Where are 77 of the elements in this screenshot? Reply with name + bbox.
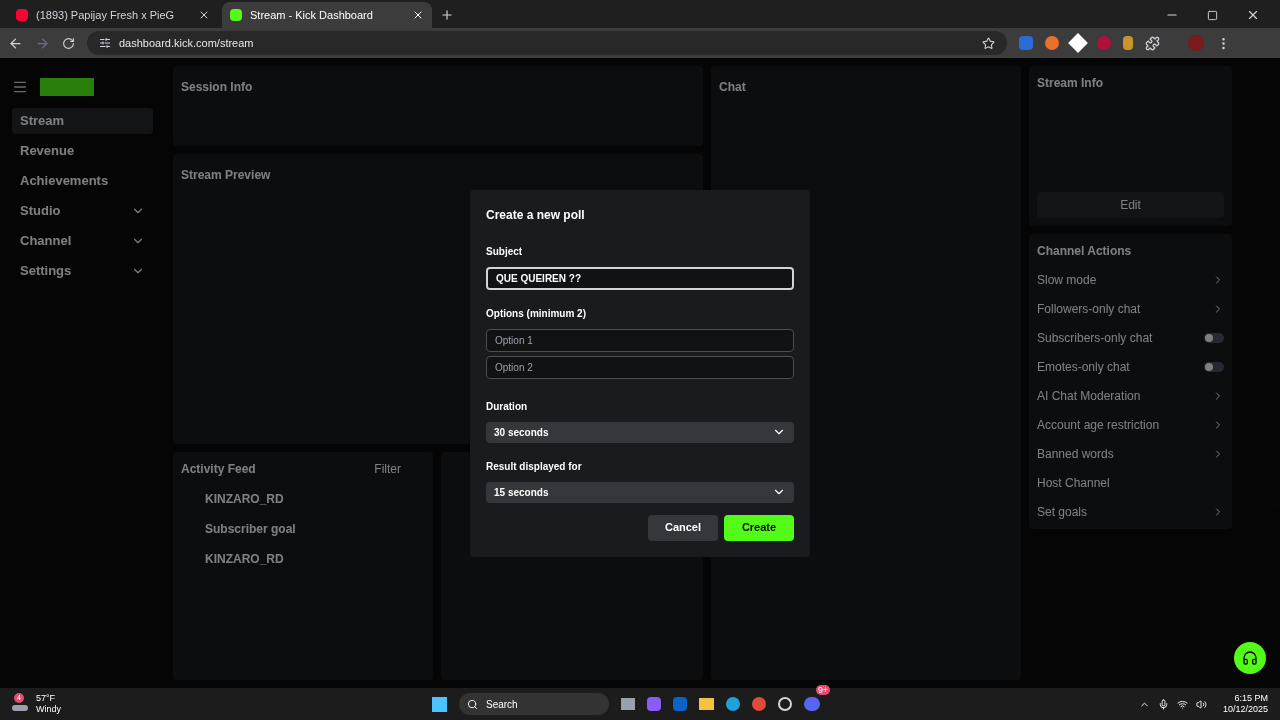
browser-tab[interactable]: Stream - Kick Dashboard [222, 2, 432, 28]
panel-title: Session Info [181, 80, 253, 94]
site-settings-icon[interactable] [99, 37, 111, 49]
notification-badge: 9+ [816, 685, 831, 695]
restore-icon[interactable] [1207, 10, 1218, 21]
panel-title: Chat [719, 80, 746, 94]
close-icon[interactable] [1246, 8, 1260, 22]
browser-icon[interactable] [726, 697, 740, 711]
cancel-button[interactable]: Cancel [648, 514, 718, 541]
sidebar-item[interactable]: Studio [12, 198, 153, 224]
option-input[interactable]: Option 2 [486, 355, 794, 379]
toggle-switch[interactable] [1204, 362, 1224, 372]
sidebar-item[interactable]: Channel [12, 228, 153, 254]
close-icon[interactable] [412, 9, 424, 21]
channel-action-item[interactable]: AI Chat Moderation [1037, 387, 1212, 405]
channel-action-item[interactable]: Emotes-only chat [1037, 358, 1204, 376]
start-icon[interactable] [432, 696, 447, 712]
network-icon[interactable] [1176, 698, 1188, 710]
tab-title: Stream - Kick Dashboard [250, 7, 374, 23]
bookmark-star-icon[interactable] [982, 36, 995, 50]
field-label: Options (minimum 2) [486, 306, 587, 321]
back-icon[interactable] [8, 35, 23, 51]
app-icon[interactable] [778, 697, 792, 711]
clock-time: 6:15 PM [1234, 693, 1268, 704]
browser-icon[interactable] [752, 697, 766, 711]
weather-condition: Windy [36, 704, 61, 715]
panel-title: Activity Feed [181, 461, 257, 478]
field-label: Result displayed for [486, 459, 583, 474]
sidebar-item[interactable]: Revenue [12, 138, 153, 164]
edit-button[interactable]: Edit [1037, 192, 1224, 218]
channel-action-item[interactable]: Slow mode [1037, 271, 1212, 289]
channel-action-item[interactable]: Followers-only chat [1037, 300, 1212, 318]
dialog-title: Create a new poll [486, 206, 586, 224]
sidebar-item[interactable]: Settings [12, 258, 153, 284]
clock-date: 10/12/2025 [1222, 704, 1268, 715]
chat-app-icon[interactable] [804, 697, 820, 711]
tab-favicon-icon [230, 9, 242, 21]
browser-tab[interactable]: (1893) Papijay Fresh x PieG [8, 2, 218, 28]
subject-input[interactable]: QUE QUEIREN ?? [486, 266, 794, 290]
taskbar-search[interactable]: Search [459, 693, 609, 715]
activity-user: KINZARO_RD [205, 491, 284, 508]
panel-title: Channel Actions [1037, 243, 1133, 260]
address-bar[interactable]: dashboard.kick.com/stream [87, 31, 1007, 55]
menu-icon[interactable] [12, 79, 28, 95]
create-button[interactable]: Create [724, 514, 794, 541]
tab-title: (1893) Papijay Fresh x PieG [36, 7, 176, 23]
reload-icon[interactable] [62, 36, 75, 50]
field-label: Duration [486, 399, 529, 414]
filter-button[interactable]: Filter [374, 460, 401, 478]
channel-action-item[interactable]: Banned words [1037, 445, 1212, 463]
temperature-text: 57°F [36, 693, 57, 704]
volume-icon[interactable] [1195, 698, 1207, 710]
panel-title: Stream Info [1037, 75, 1104, 92]
option-input[interactable]: Option 1 [486, 328, 794, 352]
support-button[interactable] [1234, 642, 1266, 674]
sidebar-item[interactable]: Achievements [12, 168, 153, 194]
result-duration-dropdown[interactable]: 15 seconds [486, 481, 794, 503]
logo-mark [40, 78, 94, 96]
activity-user: KINZARO_RD [205, 551, 284, 568]
channel-action-item[interactable]: Host Channel [1037, 474, 1224, 492]
tab-favicon-icon [16, 9, 28, 21]
duration-dropdown[interactable]: 30 seconds [486, 421, 794, 443]
toggle-switch[interactable] [1204, 333, 1224, 343]
channel-action-item[interactable]: Account age restriction [1037, 416, 1212, 434]
extensions-icon[interactable] [1145, 35, 1160, 51]
channel-action-item[interactable]: Subscribers-only chat [1037, 329, 1204, 347]
activity-user: Subscriber goal [205, 521, 296, 538]
headset-icon [1242, 650, 1258, 666]
close-icon[interactable] [198, 9, 210, 21]
sidebar-item[interactable]: Stream [12, 108, 153, 134]
field-label: Subject [486, 244, 524, 259]
search-icon [467, 698, 478, 710]
channel-action-item[interactable]: Set goals [1037, 503, 1212, 521]
new-tab-icon[interactable] [440, 8, 454, 22]
microphone-icon[interactable] [1157, 698, 1169, 710]
panel-title: Stream Preview [181, 168, 271, 182]
url-text: dashboard.kick.com/stream [119, 35, 255, 51]
